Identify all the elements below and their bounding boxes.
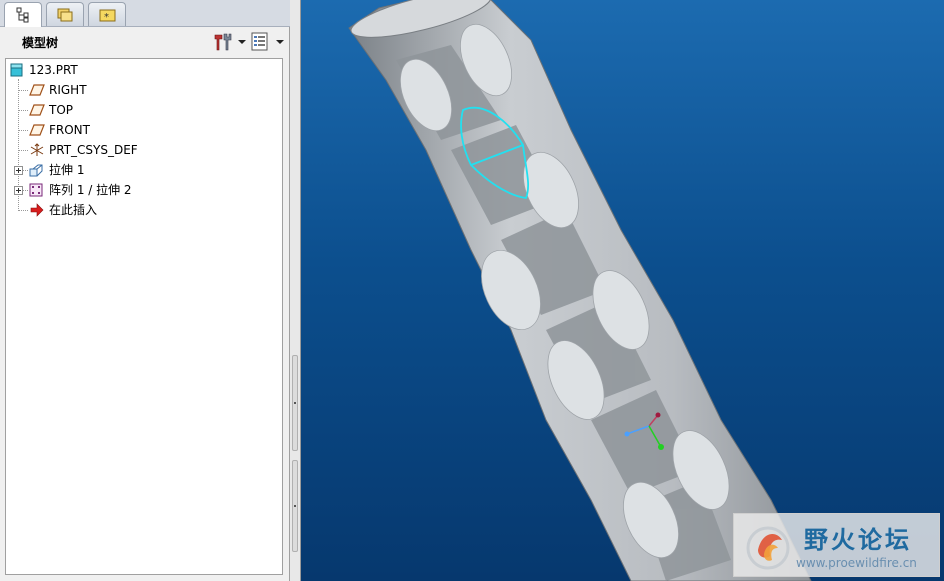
tools-icon	[214, 33, 232, 51]
expand-icon[interactable]	[14, 166, 23, 175]
model-tree-icon	[16, 7, 29, 23]
twisted-shaft-model[interactable]	[301, 0, 944, 581]
graphics-viewport[interactable]	[301, 0, 944, 581]
svg-text:*: *	[104, 12, 109, 23]
tree-node-label: 拉伸 1	[49, 163, 85, 177]
watermark-url: www.proewildfire.cn	[796, 556, 917, 570]
tree-node-label: 123.PRT	[29, 63, 78, 77]
datum-plane-icon	[29, 104, 45, 116]
watermark-title: 野火论坛	[804, 526, 912, 554]
flame-logo-icon	[746, 526, 790, 570]
forum-watermark: 野火论坛 www.proewildfire.cn	[733, 513, 940, 577]
tree-columns-icon	[251, 32, 268, 51]
splitter-grip[interactable]	[292, 460, 298, 552]
insert-here-arrow-icon	[30, 203, 44, 217]
tree-node-label: FRONT	[49, 123, 90, 137]
chevron-down-icon	[276, 40, 284, 44]
chevron-down-icon	[238, 40, 246, 44]
folder-browser-icon	[57, 8, 73, 22]
datum-plane-icon	[29, 84, 45, 96]
navigator-tabs: *	[0, 0, 290, 27]
tree-node-label: PRT_CSYS_DEF	[49, 143, 138, 157]
tab-favorites[interactable]: *	[88, 2, 126, 26]
part-icon	[10, 63, 23, 77]
model-tree-title: 模型树	[22, 36, 59, 50]
tree-settings-button[interactable]	[212, 32, 248, 52]
extrude-icon	[29, 164, 43, 177]
tab-folder-browser[interactable]	[46, 2, 84, 26]
tree-node-label: RIGHT	[49, 83, 87, 97]
panel-splitter[interactable]	[290, 0, 301, 581]
tab-model-tree[interactable]	[4, 2, 42, 27]
model-tree: 123.PRT RIGHT TOP FRONT PRT_CSYS_DEF 拉伸 …	[5, 58, 283, 575]
tree-node-label: TOP	[49, 103, 74, 117]
datum-plane-icon	[29, 124, 45, 136]
tree-node-label: 阵列 1 / 拉伸 2	[49, 183, 132, 197]
pattern-icon	[29, 183, 43, 197]
splitter-grip[interactable]	[292, 355, 298, 451]
expand-icon[interactable]	[14, 186, 23, 195]
favorites-icon: *	[99, 9, 116, 23]
model-tree-panel: * 模型树 123.PRT RIGHT TOP FRONT PRT_CSYS_D…	[0, 0, 290, 581]
tree-node-label: 在此插入	[49, 203, 98, 217]
coordinate-system-icon	[30, 143, 44, 156]
tree-show-button[interactable]	[250, 32, 286, 52]
